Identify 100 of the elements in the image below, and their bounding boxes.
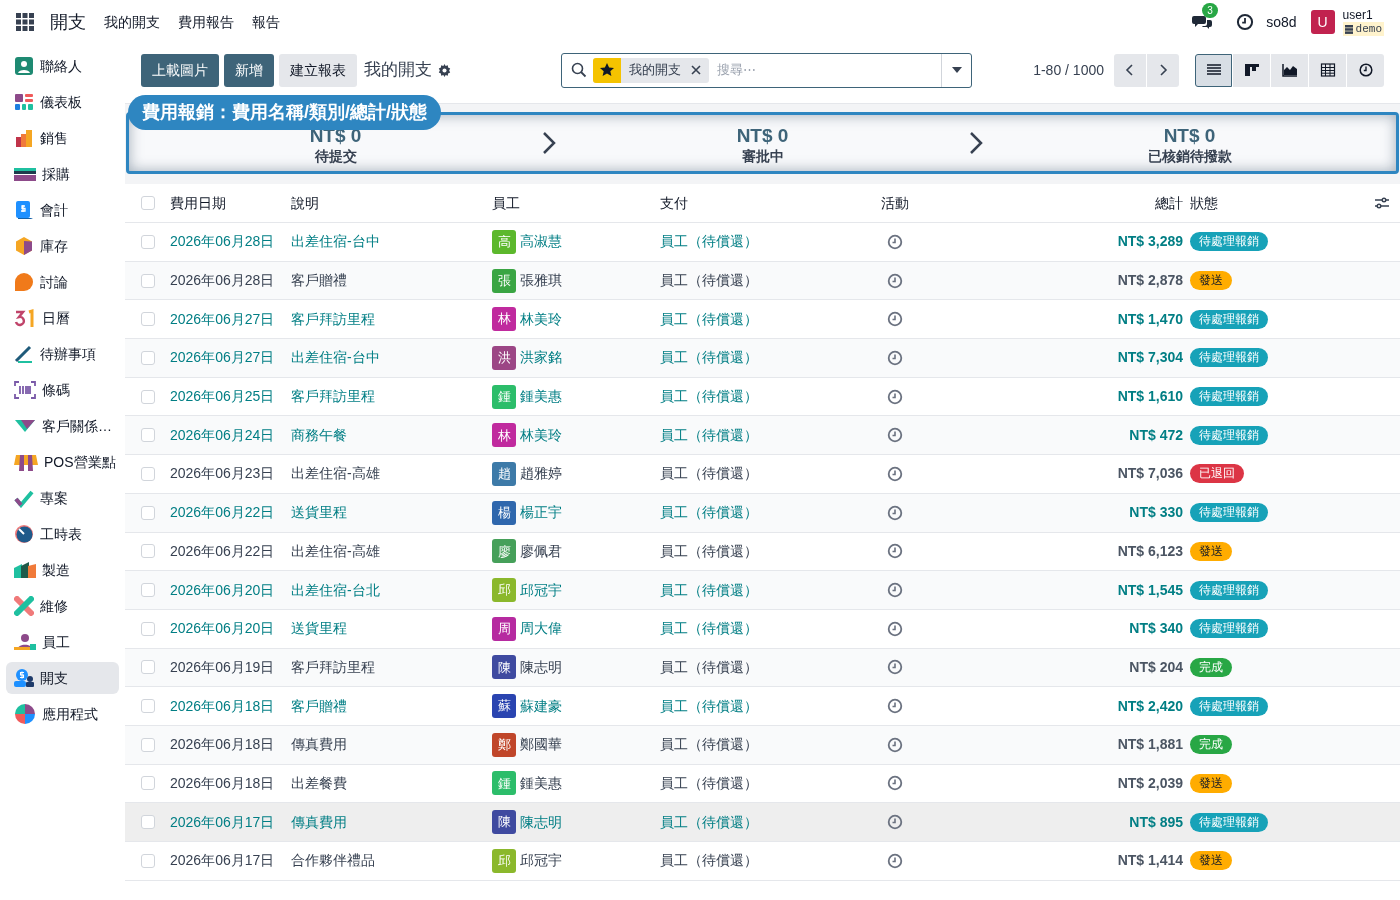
action-button[interactable]: 建立報表 xyxy=(279,53,357,87)
row-checkbox[interactable] xyxy=(141,428,155,443)
date-cell-text: 2026年06月20日 xyxy=(170,619,275,639)
settings-gear-icon[interactable] xyxy=(438,63,451,77)
row-checkbox[interactable] xyxy=(141,583,155,598)
payment-cell-text: 員工（待償還） xyxy=(660,735,758,755)
action-button[interactable]: 新增 xyxy=(224,53,274,87)
column-header[interactable]: 員工 xyxy=(492,192,660,214)
sidebar-item[interactable]: 採購 xyxy=(6,158,119,190)
date-cell-text: 2026年06月28日 xyxy=(170,271,275,291)
payment-cell-text: 員工（待償還） xyxy=(660,425,758,445)
apps-menu-icon[interactable] xyxy=(16,13,34,31)
total-cell-text: NT$ 2,878 xyxy=(1117,271,1183,291)
row-checkbox[interactable] xyxy=(141,815,155,830)
kanban-view-icon xyxy=(1243,62,1260,78)
sidebar-item[interactable]: 銷售 xyxy=(6,122,119,154)
company-name[interactable]: so8d xyxy=(1266,11,1297,33)
column-settings-icon[interactable] xyxy=(1374,196,1390,210)
sidebar-item[interactable]: 條碼 xyxy=(6,374,119,406)
employee-avatar: 邱 xyxy=(492,578,516,603)
database-icon xyxy=(1344,24,1353,34)
chat-icon[interactable] xyxy=(1192,13,1213,31)
user-avatar[interactable]: U xyxy=(1310,10,1335,34)
row-checkbox[interactable] xyxy=(141,312,155,327)
total-cell-text: NT$ 2,420 xyxy=(1117,696,1183,716)
sidebar-item[interactable]: 待辦事項 xyxy=(6,338,119,370)
activity-clock-icon[interactable] xyxy=(1236,13,1255,31)
sidebar-item[interactable]: 員工 xyxy=(6,626,119,658)
close-icon[interactable] xyxy=(691,65,701,75)
sidebar-item[interactable]: 日曆 xyxy=(6,302,119,334)
date-cell-text: 2026年06月18日 xyxy=(170,735,275,755)
filter-facet[interactable]: 我的開支 xyxy=(593,57,709,83)
view-switch-button[interactable] xyxy=(1347,53,1384,87)
description-cell-text: 客戶拜訪里程 xyxy=(291,309,375,329)
select-all-checkbox[interactable] xyxy=(141,196,155,210)
view-switch-button[interactable] xyxy=(1309,53,1346,87)
sidebar-item[interactable]: 工時表 xyxy=(6,518,119,550)
employee-name: 林美玲 xyxy=(520,425,562,445)
table-row[interactable]: 2026年06月17日 傳真費用 陳 陳志明 員工（待償還） NT$ 895 待處理報銷 xyxy=(125,803,1400,842)
table-row[interactable]: 2026年06月19日 客戶拜訪里程 陳 陳志明 員工（待償還） NT$ 204 完成 xyxy=(125,648,1400,688)
menu-item[interactable]: 費用報告 xyxy=(178,11,234,33)
column-header[interactable]: 說明 xyxy=(291,192,492,214)
row-checkbox[interactable] xyxy=(141,544,155,559)
sidebar-item[interactable]: 應用程式 xyxy=(6,698,119,730)
row-checkbox[interactable] xyxy=(141,699,155,714)
row-checkbox[interactable] xyxy=(141,350,155,365)
view-switch-button[interactable] xyxy=(1271,53,1308,87)
view-switch-button[interactable] xyxy=(1195,53,1232,87)
payment-cell-text: 員工（待償還） xyxy=(660,541,758,561)
employee-name: 邱冠宇 xyxy=(520,851,562,871)
table-row[interactable]: 2026年06月28日 客戶贈禮 張 張雅琪 員工（待償還） NT$ 2,878 發送 xyxy=(125,261,1400,301)
sidebar-item[interactable]: POS營業點 xyxy=(6,446,119,478)
row-checkbox[interactable] xyxy=(141,621,155,636)
sidebar-item[interactable]: 討論 xyxy=(6,266,119,298)
action-button[interactable]: 上載圖片 xyxy=(141,53,219,87)
description-cell-text: 送貨里程 xyxy=(291,619,347,639)
row-checkbox[interactable] xyxy=(141,505,155,520)
sidebar-item[interactable]: 開支 xyxy=(6,662,119,694)
next-page-button[interactable] xyxy=(1147,53,1179,87)
table-row[interactable]: 2026年06月24日 商務午餐 林 林美玲 員工（待償還） NT$ 472 待處理報銷 xyxy=(125,416,1400,456)
payment-cell-text: 員工（待償還） xyxy=(660,232,758,252)
menu-item[interactable]: 我的開支 xyxy=(104,11,160,33)
payment-cell-text: 員工（待償還） xyxy=(660,387,758,407)
employee-name: 陳志明 xyxy=(520,657,562,677)
table-row[interactable]: 2026年06月20日 出差住宿-台北 邱 邱冠宇 員工（待償還） NT$ 1,545 待處理報銷 xyxy=(125,571,1400,610)
column-header[interactable]: 活動 xyxy=(881,192,1000,214)
caret-icon xyxy=(951,67,962,73)
sidebar-item[interactable]: 聯絡人 xyxy=(6,50,119,82)
column-header[interactable]: 狀態 xyxy=(1183,192,1400,214)
table-row[interactable]: 2026年06月22日 送貨里程 楊 楊正宇 員工（待償還） NT$ 330 待處理報銷 xyxy=(125,493,1400,533)
stage-amount: NT$ 0 xyxy=(1163,125,1216,146)
sidebar-item[interactable]: 製造 xyxy=(6,554,119,586)
column-header[interactable]: 總計 xyxy=(1155,192,1183,214)
menu-item[interactable]: 報告 xyxy=(252,11,280,33)
sidebar-item[interactable]: 專案 xyxy=(6,482,119,514)
column-header[interactable]: 費用日期 xyxy=(170,192,291,214)
sidebar-item[interactable]: 儀表板 xyxy=(6,86,119,118)
previous-page-button[interactable] xyxy=(1114,53,1146,87)
status-badge: 發送 xyxy=(1190,271,1232,291)
row-checkbox[interactable] xyxy=(141,466,155,481)
status-badge: 待處理報銷 xyxy=(1190,503,1268,523)
employee-avatar: 洪 xyxy=(492,345,516,370)
search-field[interactable]: 我的開支 搜尋⋯ xyxy=(561,52,972,88)
sidebar-item[interactable]: 庫存 xyxy=(6,230,119,262)
row-checkbox[interactable] xyxy=(141,273,155,288)
table-row[interactable]: 2026年06月27日 出差住宿-台中 洪 洪家銘 員工（待償還） NT$ 7,304 待處理報銷 xyxy=(125,339,1400,378)
column-header[interactable]: 支付 xyxy=(660,192,881,214)
row-checkbox[interactable] xyxy=(141,737,155,752)
sidebar-item[interactable]: 會計 xyxy=(6,194,119,226)
row-checkbox[interactable] xyxy=(141,776,155,791)
row-checkbox[interactable] xyxy=(141,660,155,675)
view-switch-button[interactable] xyxy=(1233,53,1270,87)
date-cell-text: 2026年06月17日 xyxy=(170,812,275,832)
sidebar-item[interactable]: 客戶關係… xyxy=(6,410,119,442)
row-checkbox[interactable] xyxy=(141,853,155,868)
employee-name: 鄭國華 xyxy=(520,735,562,755)
row-checkbox[interactable] xyxy=(141,234,155,249)
table-row[interactable]: 2026年06月18日 傳真費用 鄭 鄭國華 員工（待償還） NT$ 1,881 完成 xyxy=(125,725,1400,765)
row-checkbox[interactable] xyxy=(141,389,155,404)
sidebar-item[interactable]: 維修 xyxy=(6,590,119,622)
